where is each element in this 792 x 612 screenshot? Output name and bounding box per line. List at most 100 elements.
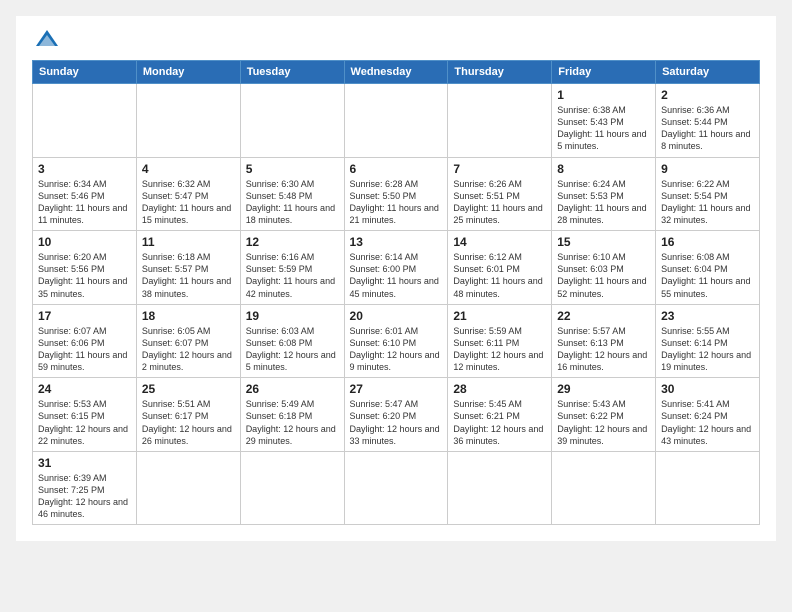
calendar-cell	[552, 451, 656, 525]
cell-inner: 14Sunrise: 6:12 AM Sunset: 6:01 PM Dayli…	[453, 235, 546, 300]
calendar-week-row: 1Sunrise: 6:38 AM Sunset: 5:43 PM Daylig…	[33, 84, 760, 158]
calendar-cell: 8Sunrise: 6:24 AM Sunset: 5:53 PM Daylig…	[552, 157, 656, 231]
calendar-cell	[240, 84, 344, 158]
cell-inner: 21 Sunrise: 5:59 AM Sunset: 6:11 PM Dayli…	[453, 309, 546, 374]
day-info: Sunrise: 5:55 AM Sunset: 6:14 PM Dayligh…	[661, 325, 754, 374]
day-info: Sunrise: 5:51 AM Sunset: 6:17 PM Dayligh…	[142, 398, 235, 447]
cell-inner: 20Sunrise: 6:01 AM Sunset: 6:10 PM Dayli…	[350, 309, 443, 374]
calendar-cell: 27Sunrise: 5:47 AM Sunset: 6:20 PM Dayli…	[344, 378, 448, 452]
cell-inner: 22 Sunrise: 5:57 AM Sunset: 6:13 PM Dayli…	[557, 309, 650, 374]
calendar-week-row: 24 Sunrise: 5:53 AM Sunset: 6:15 PM Dayli…	[33, 378, 760, 452]
day-info: Sunrise: 6:07 AM Sunset: 6:06 PM Dayligh…	[38, 325, 131, 374]
calendar-cell	[240, 451, 344, 525]
calendar-cell: 25Sunrise: 5:51 AM Sunset: 6:17 PM Dayli…	[136, 378, 240, 452]
weekday-header-row: SundayMondayTuesdayWednesdayThursdayFrid…	[33, 61, 760, 84]
calendar-cell	[136, 84, 240, 158]
cell-inner: 26 Sunrise: 5:49 AM Sunset: 6:18 PM Dayli…	[246, 382, 339, 447]
day-info: Sunrise: 5:45 AM Sunset: 6:21 PM Dayligh…	[453, 398, 546, 447]
day-info: Sunrise: 5:59 AM Sunset: 6:11 PM Dayligh…	[453, 325, 546, 374]
cell-inner: 17 Sunrise: 6:07 AM Sunset: 6:06 PM Dayli…	[38, 309, 131, 374]
day-number: 9	[661, 162, 754, 176]
calendar-week-row: 17 Sunrise: 6:07 AM Sunset: 6:06 PM Dayli…	[33, 304, 760, 378]
cell-inner: 16 Sunrise: 6:08 AM Sunset: 6:04 PM Dayli…	[661, 235, 754, 300]
calendar-cell: 19 Sunrise: 6:03 AM Sunset: 6:08 PM Dayli…	[240, 304, 344, 378]
calendar-cell	[448, 84, 552, 158]
weekday-header-tuesday: Tuesday	[240, 61, 344, 84]
day-info: Sunrise: 6:20 AM Sunset: 5:56 PM Dayligh…	[38, 251, 131, 300]
day-info: Sunrise: 6:34 AM Sunset: 5:46 PM Dayligh…	[38, 178, 131, 227]
day-number: 18	[142, 309, 235, 323]
calendar-cell: 10Sunrise: 6:20 AM Sunset: 5:56 PM Dayli…	[33, 231, 137, 305]
calendar-cell: 17 Sunrise: 6:07 AM Sunset: 6:06 PM Dayli…	[33, 304, 137, 378]
calendar-cell: 13Sunrise: 6:14 AM Sunset: 6:00 PM Dayli…	[344, 231, 448, 305]
day-number: 16	[661, 235, 754, 249]
calendar-cell: 3 Sunrise: 6:34 AM Sunset: 5:46 PM Daylig…	[33, 157, 137, 231]
day-number: 26	[246, 382, 339, 396]
day-number: 17	[38, 309, 131, 323]
day-number: 28	[453, 382, 546, 396]
weekday-header-monday: Monday	[136, 61, 240, 84]
calendar-cell: 4 Sunrise: 6:32 AM Sunset: 5:47 PM Daylig…	[136, 157, 240, 231]
cell-inner: 12Sunrise: 6:16 AM Sunset: 5:59 PM Dayli…	[246, 235, 339, 300]
calendar-cell	[344, 451, 448, 525]
cell-inner: 2 Sunrise: 6:36 AM Sunset: 5:44 PM Daylig…	[661, 88, 754, 153]
day-number: 21	[453, 309, 546, 323]
day-number: 22	[557, 309, 650, 323]
weekday-header-wednesday: Wednesday	[344, 61, 448, 84]
day-info: Sunrise: 6:08 AM Sunset: 6:04 PM Dayligh…	[661, 251, 754, 300]
logo-triangle-icon	[36, 28, 58, 48]
calendar-cell: 9 Sunrise: 6:22 AM Sunset: 5:54 PM Daylig…	[656, 157, 760, 231]
calendar-cell	[33, 84, 137, 158]
day-info: Sunrise: 6:22 AM Sunset: 5:54 PM Dayligh…	[661, 178, 754, 227]
cell-inner: 10Sunrise: 6:20 AM Sunset: 5:56 PM Dayli…	[38, 235, 131, 300]
day-number: 6	[350, 162, 443, 176]
day-number: 19	[246, 309, 339, 323]
calendar-cell: 16 Sunrise: 6:08 AM Sunset: 6:04 PM Dayli…	[656, 231, 760, 305]
day-number: 24	[38, 382, 131, 396]
day-info: Sunrise: 5:57 AM Sunset: 6:13 PM Dayligh…	[557, 325, 650, 374]
weekday-header-friday: Friday	[552, 61, 656, 84]
day-number: 7	[453, 162, 546, 176]
cell-inner: 25Sunrise: 5:51 AM Sunset: 6:17 PM Dayli…	[142, 382, 235, 447]
day-number: 15	[557, 235, 650, 249]
day-number: 2	[661, 88, 754, 102]
day-info: Sunrise: 5:53 AM Sunset: 6:15 PM Dayligh…	[38, 398, 131, 447]
calendar-cell: 20Sunrise: 6:01 AM Sunset: 6:10 PM Dayli…	[344, 304, 448, 378]
day-info: Sunrise: 6:30 AM Sunset: 5:48 PM Dayligh…	[246, 178, 339, 227]
calendar-cell: 29Sunrise: 5:43 AM Sunset: 6:22 PM Dayli…	[552, 378, 656, 452]
day-number: 5	[246, 162, 339, 176]
day-number: 4	[142, 162, 235, 176]
day-number: 11	[142, 235, 235, 249]
day-info: Sunrise: 6:03 AM Sunset: 6:08 PM Dayligh…	[246, 325, 339, 374]
cell-inner: 28 Sunrise: 5:45 AM Sunset: 6:21 PM Dayli…	[453, 382, 546, 447]
day-info: Sunrise: 6:26 AM Sunset: 5:51 PM Dayligh…	[453, 178, 546, 227]
day-number: 3	[38, 162, 131, 176]
calendar-cell: 21 Sunrise: 5:59 AM Sunset: 6:11 PM Dayli…	[448, 304, 552, 378]
day-info: Sunrise: 5:49 AM Sunset: 6:18 PM Dayligh…	[246, 398, 339, 447]
day-number: 20	[350, 309, 443, 323]
cell-inner: 23Sunrise: 5:55 AM Sunset: 6:14 PM Dayli…	[661, 309, 754, 374]
calendar-cell: 12Sunrise: 6:16 AM Sunset: 5:59 PM Dayli…	[240, 231, 344, 305]
cell-inner: 27Sunrise: 5:47 AM Sunset: 6:20 PM Dayli…	[350, 382, 443, 447]
calendar-week-row: 3 Sunrise: 6:34 AM Sunset: 5:46 PM Daylig…	[33, 157, 760, 231]
cell-inner: 31Sunrise: 6:39 AM Sunset: 7:25 PM Dayli…	[38, 456, 131, 521]
day-info: Sunrise: 6:05 AM Sunset: 6:07 PM Dayligh…	[142, 325, 235, 374]
calendar-cell	[136, 451, 240, 525]
cell-inner: 30Sunrise: 5:41 AM Sunset: 6:24 PM Dayli…	[661, 382, 754, 447]
day-number: 30	[661, 382, 754, 396]
cell-inner: 13Sunrise: 6:14 AM Sunset: 6:00 PM Dayli…	[350, 235, 443, 300]
cell-inner: 11Sunrise: 6:18 AM Sunset: 5:57 PM Dayli…	[142, 235, 235, 300]
page: SundayMondayTuesdayWednesdayThursdayFrid…	[16, 16, 776, 541]
cell-inner: 4 Sunrise: 6:32 AM Sunset: 5:47 PM Daylig…	[142, 162, 235, 227]
day-number: 27	[350, 382, 443, 396]
cell-inner: 29Sunrise: 5:43 AM Sunset: 6:22 PM Dayli…	[557, 382, 650, 447]
cell-inner: 6 Sunrise: 6:28 AM Sunset: 5:50 PM Daylig…	[350, 162, 443, 227]
day-number: 29	[557, 382, 650, 396]
cell-inner: 7 Sunrise: 6:26 AM Sunset: 5:51 PM Daylig…	[453, 162, 546, 227]
calendar-cell: 5 Sunrise: 6:30 AM Sunset: 5:48 PM Daylig…	[240, 157, 344, 231]
day-info: Sunrise: 6:32 AM Sunset: 5:47 PM Dayligh…	[142, 178, 235, 227]
calendar-week-row: 10Sunrise: 6:20 AM Sunset: 5:56 PM Dayli…	[33, 231, 760, 305]
day-info: Sunrise: 6:36 AM Sunset: 5:44 PM Dayligh…	[661, 104, 754, 153]
day-info: Sunrise: 6:28 AM Sunset: 5:50 PM Dayligh…	[350, 178, 443, 227]
day-info: Sunrise: 6:14 AM Sunset: 6:00 PM Dayligh…	[350, 251, 443, 300]
